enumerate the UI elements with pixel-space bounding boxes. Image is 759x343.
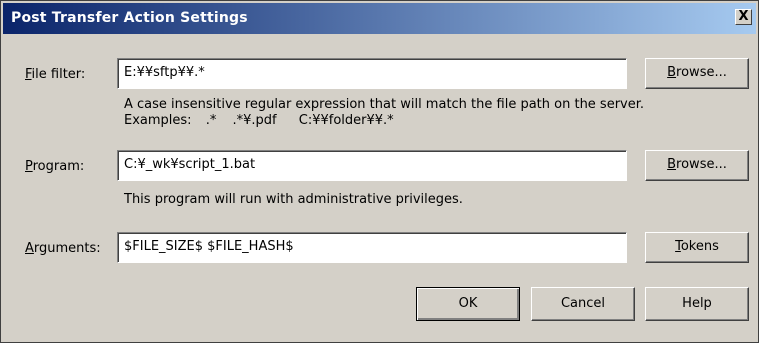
dialog-title: Post Transfer Action Settings	[11, 10, 248, 26]
title-bar[interactable]: Post Transfer Action Settings X	[3, 3, 756, 34]
close-icon: X	[738, 9, 749, 24]
program-value: C:¥_wk¥script_1.bat	[124, 157, 256, 172]
file-filter-browse-button[interactable]: Browse...	[645, 58, 749, 89]
program-input[interactable]: C:¥_wk¥script_1.bat	[117, 150, 627, 181]
tokens-button[interactable]: Tokens	[645, 232, 749, 263]
arguments-label: Arguments:	[25, 241, 101, 256]
arguments-value: $FILE_SIZE$ $FILE_HASH$	[124, 239, 294, 254]
file-filter-examples: Examples: .* .*¥.pdf C:¥¥folder¥¥.*	[124, 113, 394, 128]
file-filter-input[interactable]: E:¥¥sftp¥¥.*	[117, 58, 627, 89]
program-browse-button[interactable]: Browse...	[645, 150, 749, 181]
help-button[interactable]: Help	[645, 287, 749, 321]
file-filter-description: A case insensitive regular expression th…	[124, 97, 645, 112]
cancel-button[interactable]: Cancel	[531, 287, 635, 321]
program-label: Program:	[25, 159, 85, 174]
program-note: This program will run with administrativ…	[124, 192, 463, 207]
close-button[interactable]: X	[735, 9, 752, 25]
ok-button[interactable]: OK	[416, 287, 520, 321]
post-transfer-action-dialog: Post Transfer Action Settings X File fil…	[0, 0, 759, 343]
file-filter-label: File filter:	[25, 67, 86, 82]
file-filter-value: E:¥¥sftp¥¥.*	[124, 65, 205, 80]
arguments-input[interactable]: $FILE_SIZE$ $FILE_HASH$	[117, 232, 627, 263]
